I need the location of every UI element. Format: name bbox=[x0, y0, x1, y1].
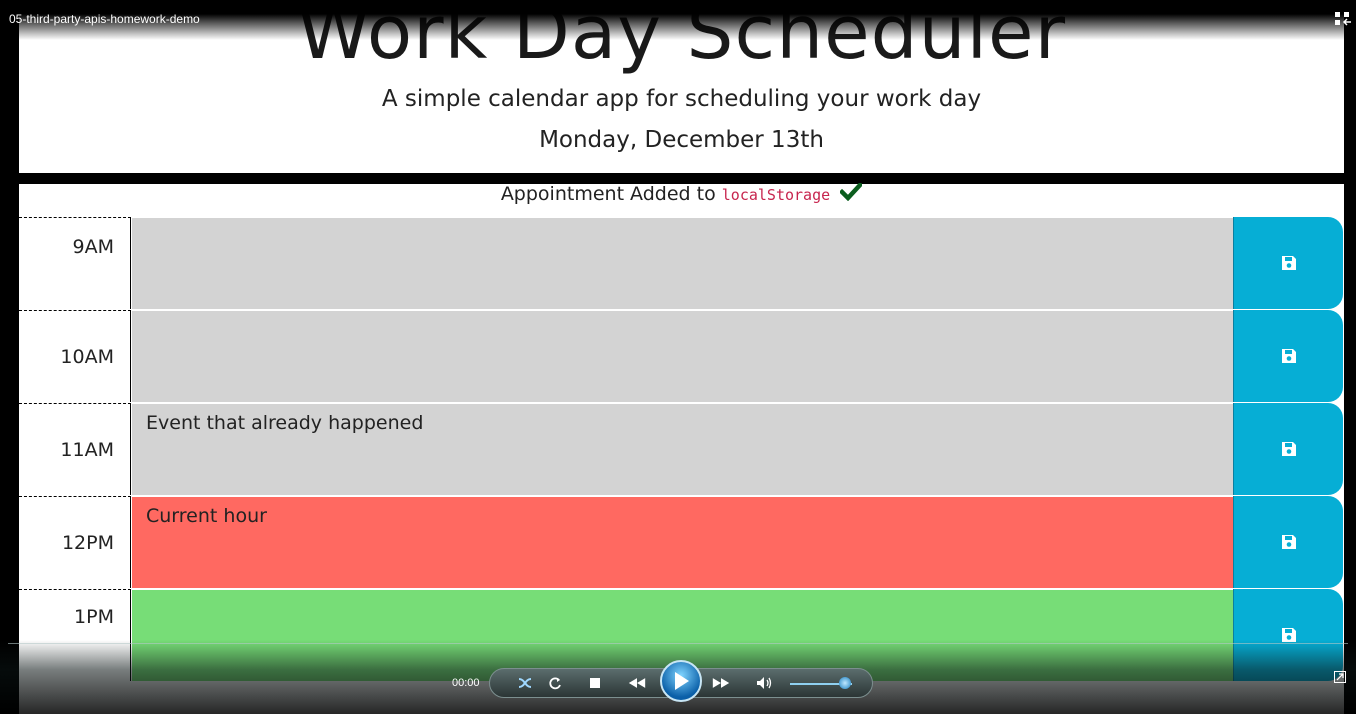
resize-icon[interactable] bbox=[1334, 668, 1346, 683]
hour-label: 10AM bbox=[19, 310, 131, 402]
window-title-bar: 05-third-party-apis-homework-demo bbox=[0, 0, 1356, 40]
page-lead: A simple calendar app for scheduling you… bbox=[381, 86, 982, 112]
save-icon bbox=[1281, 535, 1296, 549]
window-title: 05-third-party-apis-homework-demo bbox=[9, 12, 200, 26]
repeat-icon[interactable] bbox=[546, 674, 564, 692]
hour-label: 12PM bbox=[19, 496, 131, 588]
time-block-11am: 11AM Event that already happened bbox=[19, 403, 1344, 496]
check-icon bbox=[839, 181, 864, 206]
play-button[interactable] bbox=[660, 660, 702, 702]
elapsed-time: 00:00 bbox=[452, 677, 480, 689]
seek-bar[interactable] bbox=[8, 643, 1348, 644]
stop-icon[interactable] bbox=[586, 674, 604, 692]
notice-code: localStorage bbox=[721, 186, 831, 204]
time-block-10am: 10AM bbox=[19, 310, 1344, 403]
event-textarea[interactable] bbox=[132, 310, 1233, 402]
play-icon bbox=[675, 672, 689, 690]
media-player-bar: 00:00 bbox=[0, 640, 1356, 714]
notice-text: Appointment Added to bbox=[500, 183, 716, 205]
scheduler-page: Work Day Scheduler A simple calendar app… bbox=[19, 0, 1344, 714]
event-textarea[interactable] bbox=[132, 217, 1233, 309]
volume-icon[interactable] bbox=[756, 674, 774, 692]
rewind-icon[interactable] bbox=[628, 674, 646, 692]
hour-label: 9AM bbox=[19, 217, 131, 309]
time-block-9am: 9AM bbox=[19, 217, 1344, 310]
hour-label: 11AM bbox=[19, 403, 131, 495]
volume-slider-handle[interactable] bbox=[839, 677, 851, 689]
fast-forward-icon[interactable] bbox=[712, 674, 730, 692]
event-textarea[interactable]: Current hour bbox=[132, 496, 1233, 588]
shuffle-icon[interactable] bbox=[516, 674, 534, 692]
save-button[interactable] bbox=[1233, 310, 1343, 402]
save-icon bbox=[1281, 256, 1296, 270]
current-day: Monday, December 13th bbox=[539, 127, 824, 153]
time-block-12pm: 12PM Current hour bbox=[19, 496, 1344, 589]
save-notice: Appointment Added to localStorage bbox=[19, 181, 1344, 206]
event-textarea[interactable]: Event that already happened bbox=[132, 403, 1233, 495]
save-icon bbox=[1281, 349, 1296, 363]
save-button[interactable] bbox=[1233, 496, 1343, 588]
save-button[interactable] bbox=[1233, 217, 1343, 309]
save-icon bbox=[1281, 442, 1296, 456]
fullscreen-icon[interactable] bbox=[1334, 10, 1352, 28]
save-button[interactable] bbox=[1233, 403, 1343, 495]
